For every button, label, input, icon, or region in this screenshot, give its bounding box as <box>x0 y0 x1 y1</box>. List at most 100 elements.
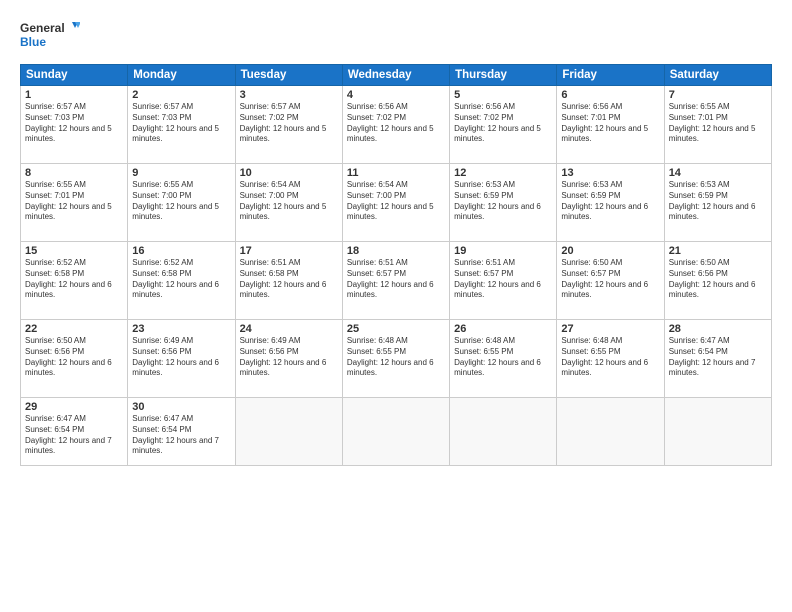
week-row-4: 22 Sunrise: 6:50 AMSunset: 6:56 PMDaylig… <box>21 320 772 398</box>
calendar-cell: 4 Sunrise: 6:56 AMSunset: 7:02 PMDayligh… <box>342 86 449 164</box>
cell-info: Sunrise: 6:55 AMSunset: 7:01 PMDaylight:… <box>669 102 767 145</box>
calendar-cell: 12 Sunrise: 6:53 AMSunset: 6:59 PMDaylig… <box>450 164 557 242</box>
cell-info: Sunrise: 6:54 AMSunset: 7:00 PMDaylight:… <box>347 180 445 223</box>
calendar-cell: 24 Sunrise: 6:49 AMSunset: 6:56 PMDaylig… <box>235 320 342 398</box>
calendar-header-row: SundayMondayTuesdayWednesdayThursdayFrid… <box>21 65 772 86</box>
calendar-cell: 16 Sunrise: 6:52 AMSunset: 6:58 PMDaylig… <box>128 242 235 320</box>
calendar-cell: 28 Sunrise: 6:47 AMSunset: 6:54 PMDaylig… <box>664 320 771 398</box>
calendar-cell: 23 Sunrise: 6:49 AMSunset: 6:56 PMDaylig… <box>128 320 235 398</box>
calendar-cell: 22 Sunrise: 6:50 AMSunset: 6:56 PMDaylig… <box>21 320 128 398</box>
cell-info: Sunrise: 6:56 AMSunset: 7:02 PMDaylight:… <box>454 102 552 145</box>
col-header-saturday: Saturday <box>664 65 771 86</box>
day-number: 12 <box>454 167 552 179</box>
calendar-cell: 2 Sunrise: 6:57 AMSunset: 7:03 PMDayligh… <box>128 86 235 164</box>
day-number: 11 <box>347 167 445 179</box>
day-number: 2 <box>132 89 230 101</box>
col-header-tuesday: Tuesday <box>235 65 342 86</box>
calendar-cell: 15 Sunrise: 6:52 AMSunset: 6:58 PMDaylig… <box>21 242 128 320</box>
week-row-1: 1 Sunrise: 6:57 AMSunset: 7:03 PMDayligh… <box>21 86 772 164</box>
calendar-cell: 17 Sunrise: 6:51 AMSunset: 6:58 PMDaylig… <box>235 242 342 320</box>
cell-info: Sunrise: 6:57 AMSunset: 7:03 PMDaylight:… <box>25 102 123 145</box>
logo-svg: General Blue <box>20 18 80 54</box>
calendar-cell: 21 Sunrise: 6:50 AMSunset: 6:56 PMDaylig… <box>664 242 771 320</box>
col-header-monday: Monday <box>128 65 235 86</box>
calendar-cell: 18 Sunrise: 6:51 AMSunset: 6:57 PMDaylig… <box>342 242 449 320</box>
calendar-cell: 10 Sunrise: 6:54 AMSunset: 7:00 PMDaylig… <box>235 164 342 242</box>
cell-info: Sunrise: 6:50 AMSunset: 6:56 PMDaylight:… <box>25 336 123 379</box>
cell-info: Sunrise: 6:56 AMSunset: 7:01 PMDaylight:… <box>561 102 659 145</box>
cell-info: Sunrise: 6:49 AMSunset: 6:56 PMDaylight:… <box>240 336 338 379</box>
day-number: 8 <box>25 167 123 179</box>
calendar-cell: 8 Sunrise: 6:55 AMSunset: 7:01 PMDayligh… <box>21 164 128 242</box>
cell-info: Sunrise: 6:49 AMSunset: 6:56 PMDaylight:… <box>132 336 230 379</box>
day-number: 5 <box>454 89 552 101</box>
day-number: 14 <box>669 167 767 179</box>
calendar-cell: 9 Sunrise: 6:55 AMSunset: 7:00 PMDayligh… <box>128 164 235 242</box>
calendar-cell: 20 Sunrise: 6:50 AMSunset: 6:57 PMDaylig… <box>557 242 664 320</box>
header: General Blue <box>20 18 772 54</box>
calendar-page: General Blue SundayMondayTuesdayWednesda… <box>0 0 792 612</box>
cell-info: Sunrise: 6:56 AMSunset: 7:02 PMDaylight:… <box>347 102 445 145</box>
day-number: 28 <box>669 323 767 335</box>
calendar-cell <box>557 398 664 466</box>
calendar-body: 1 Sunrise: 6:57 AMSunset: 7:03 PMDayligh… <box>21 86 772 466</box>
cell-info: Sunrise: 6:55 AMSunset: 7:00 PMDaylight:… <box>132 180 230 223</box>
cell-info: Sunrise: 6:57 AMSunset: 7:03 PMDaylight:… <box>132 102 230 145</box>
day-number: 23 <box>132 323 230 335</box>
cell-info: Sunrise: 6:57 AMSunset: 7:02 PMDaylight:… <box>240 102 338 145</box>
cell-info: Sunrise: 6:47 AMSunset: 6:54 PMDaylight:… <box>669 336 767 379</box>
day-number: 21 <box>669 245 767 257</box>
calendar-cell: 11 Sunrise: 6:54 AMSunset: 7:00 PMDaylig… <box>342 164 449 242</box>
day-number: 9 <box>132 167 230 179</box>
cell-info: Sunrise: 6:51 AMSunset: 6:57 PMDaylight:… <box>454 258 552 301</box>
day-number: 22 <box>25 323 123 335</box>
cell-info: Sunrise: 6:53 AMSunset: 6:59 PMDaylight:… <box>454 180 552 223</box>
calendar-cell: 1 Sunrise: 6:57 AMSunset: 7:03 PMDayligh… <box>21 86 128 164</box>
calendar-cell: 25 Sunrise: 6:48 AMSunset: 6:55 PMDaylig… <box>342 320 449 398</box>
calendar-cell <box>342 398 449 466</box>
col-header-sunday: Sunday <box>21 65 128 86</box>
calendar-cell: 13 Sunrise: 6:53 AMSunset: 6:59 PMDaylig… <box>557 164 664 242</box>
day-number: 6 <box>561 89 659 101</box>
calendar-cell: 27 Sunrise: 6:48 AMSunset: 6:55 PMDaylig… <box>557 320 664 398</box>
day-number: 30 <box>132 401 230 413</box>
day-number: 20 <box>561 245 659 257</box>
cell-info: Sunrise: 6:48 AMSunset: 6:55 PMDaylight:… <box>347 336 445 379</box>
day-number: 10 <box>240 167 338 179</box>
calendar-cell: 29 Sunrise: 6:47 AMSunset: 6:54 PMDaylig… <box>21 398 128 466</box>
day-number: 26 <box>454 323 552 335</box>
calendar-table: SundayMondayTuesdayWednesdayThursdayFrid… <box>20 64 772 466</box>
cell-info: Sunrise: 6:51 AMSunset: 6:57 PMDaylight:… <box>347 258 445 301</box>
cell-info: Sunrise: 6:55 AMSunset: 7:01 PMDaylight:… <box>25 180 123 223</box>
cell-info: Sunrise: 6:48 AMSunset: 6:55 PMDaylight:… <box>454 336 552 379</box>
week-row-5: 29 Sunrise: 6:47 AMSunset: 6:54 PMDaylig… <box>21 398 772 466</box>
calendar-cell: 7 Sunrise: 6:55 AMSunset: 7:01 PMDayligh… <box>664 86 771 164</box>
calendar-cell: 14 Sunrise: 6:53 AMSunset: 6:59 PMDaylig… <box>664 164 771 242</box>
calendar-cell: 5 Sunrise: 6:56 AMSunset: 7:02 PMDayligh… <box>450 86 557 164</box>
day-number: 3 <box>240 89 338 101</box>
calendar-cell <box>235 398 342 466</box>
svg-text:Blue: Blue <box>20 35 46 49</box>
week-row-2: 8 Sunrise: 6:55 AMSunset: 7:01 PMDayligh… <box>21 164 772 242</box>
day-number: 13 <box>561 167 659 179</box>
calendar-cell: 6 Sunrise: 6:56 AMSunset: 7:01 PMDayligh… <box>557 86 664 164</box>
day-number: 4 <box>347 89 445 101</box>
cell-info: Sunrise: 6:54 AMSunset: 7:00 PMDaylight:… <box>240 180 338 223</box>
calendar-cell <box>664 398 771 466</box>
day-number: 24 <box>240 323 338 335</box>
day-number: 17 <box>240 245 338 257</box>
col-header-thursday: Thursday <box>450 65 557 86</box>
cell-info: Sunrise: 6:47 AMSunset: 6:54 PMDaylight:… <box>132 414 230 457</box>
day-number: 19 <box>454 245 552 257</box>
cell-info: Sunrise: 6:53 AMSunset: 6:59 PMDaylight:… <box>561 180 659 223</box>
day-number: 18 <box>347 245 445 257</box>
cell-info: Sunrise: 6:52 AMSunset: 6:58 PMDaylight:… <box>25 258 123 301</box>
calendar-cell: 26 Sunrise: 6:48 AMSunset: 6:55 PMDaylig… <box>450 320 557 398</box>
day-number: 1 <box>25 89 123 101</box>
cell-info: Sunrise: 6:52 AMSunset: 6:58 PMDaylight:… <box>132 258 230 301</box>
cell-info: Sunrise: 6:50 AMSunset: 6:56 PMDaylight:… <box>669 258 767 301</box>
day-number: 25 <box>347 323 445 335</box>
cell-info: Sunrise: 6:47 AMSunset: 6:54 PMDaylight:… <box>25 414 123 457</box>
cell-info: Sunrise: 6:48 AMSunset: 6:55 PMDaylight:… <box>561 336 659 379</box>
svg-text:General: General <box>20 21 65 35</box>
